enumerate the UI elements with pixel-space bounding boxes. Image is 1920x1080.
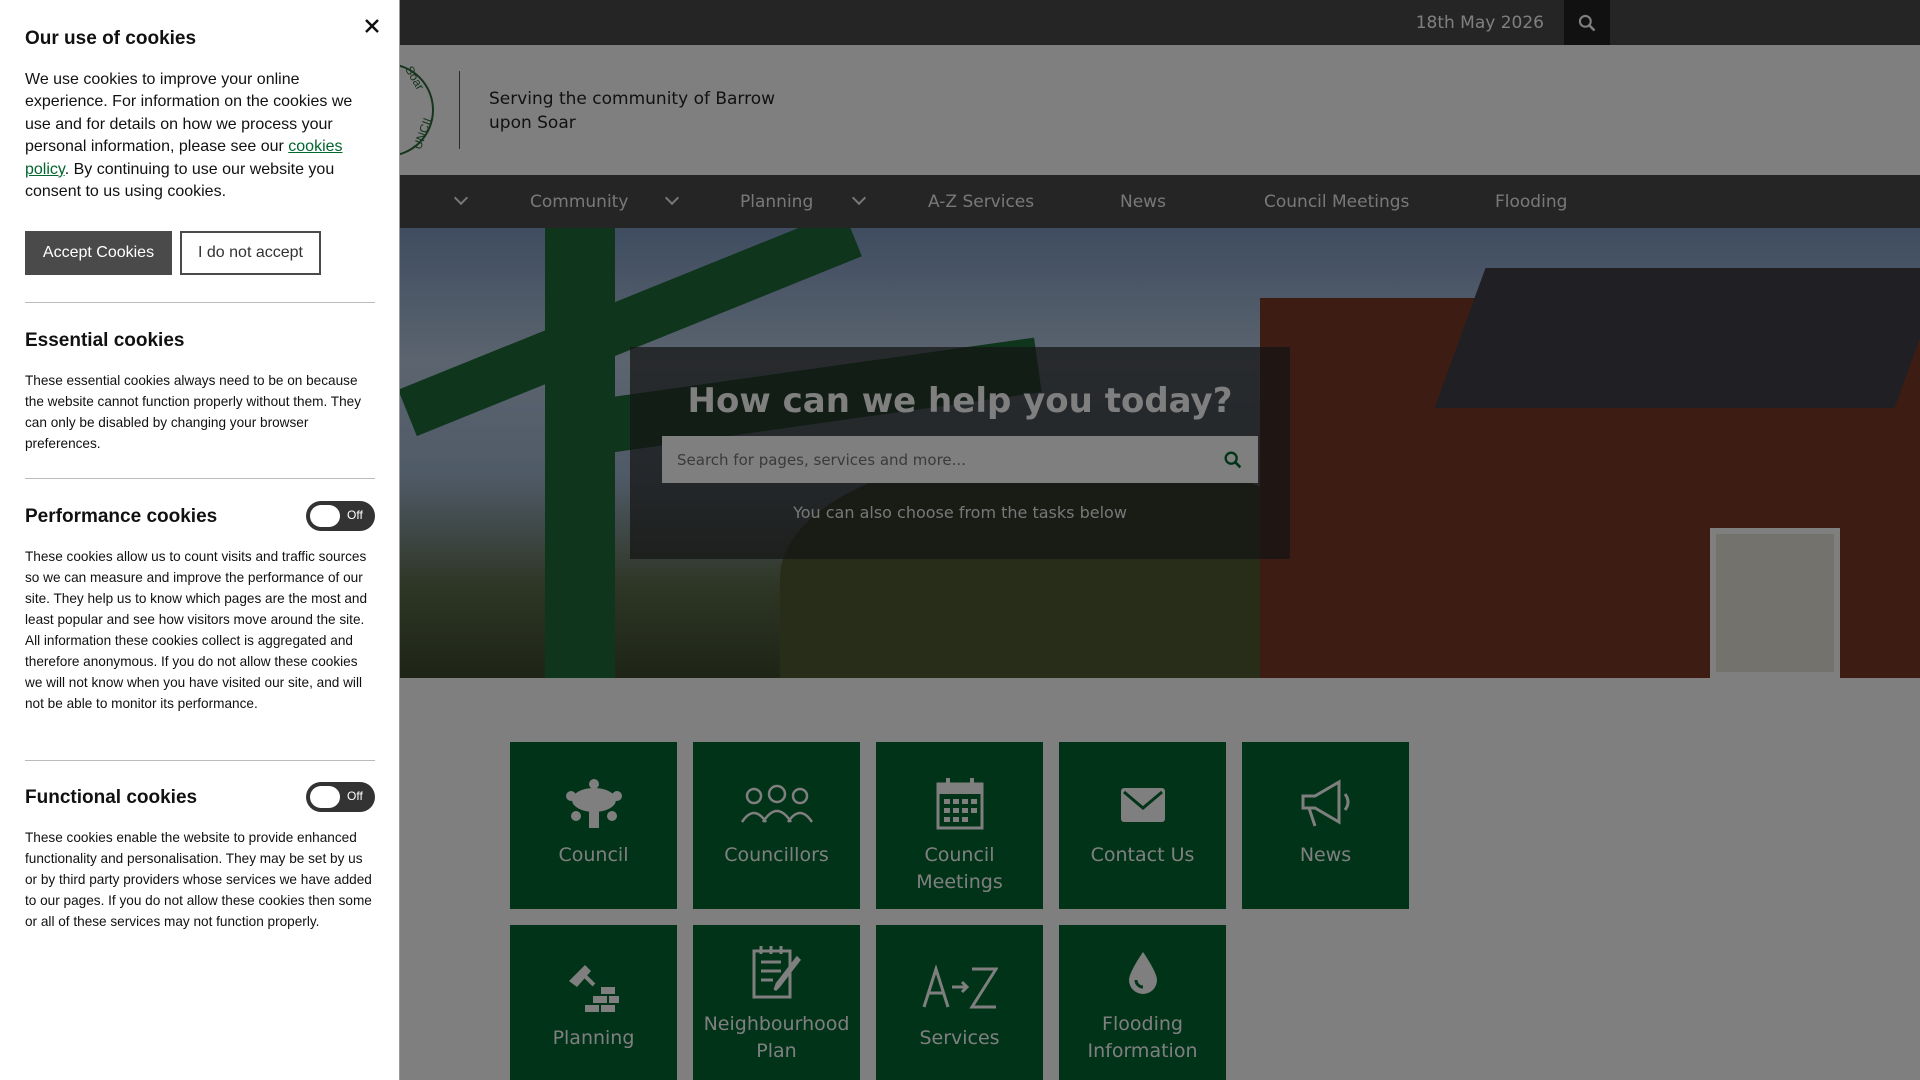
performance-cookies-title: Performance cookies xyxy=(25,506,218,527)
close-icon xyxy=(365,19,379,33)
close-cookie-panel-button[interactable] xyxy=(362,16,382,36)
divider xyxy=(25,478,375,479)
divider xyxy=(25,302,375,303)
toggle-state: Off xyxy=(347,508,363,522)
performance-cookies-text: These cookies allow us to count visits a… xyxy=(25,549,368,711)
functional-cookies-title: Functional cookies xyxy=(25,787,198,808)
essential-cookies-text: These essential cookies always need to b… xyxy=(25,373,362,451)
divider xyxy=(25,760,375,761)
toggle-state: Off xyxy=(347,789,363,803)
cookie-consent-panel: Our use of cookies We use cookies to imp… xyxy=(0,0,400,1080)
toggle-knob xyxy=(310,786,340,808)
functional-cookies-toggle[interactable]: Off xyxy=(306,782,375,812)
essential-cookies-title: Essential cookies xyxy=(25,330,185,351)
reject-cookies-button[interactable]: I do not accept xyxy=(180,231,321,275)
functional-cookies-text: These cookies enable the website to prov… xyxy=(25,830,372,929)
cookie-intro: We use cookies to improve your online ex… xyxy=(25,69,365,203)
toggle-knob xyxy=(310,505,340,527)
performance-cookies-toggle[interactable]: Off xyxy=(306,501,375,531)
accept-cookies-button[interactable]: Accept Cookies xyxy=(25,231,172,275)
cookie-intro-text: . By continuing to use our website you c… xyxy=(25,160,335,201)
cookie-title: Our use of cookies xyxy=(25,28,197,49)
